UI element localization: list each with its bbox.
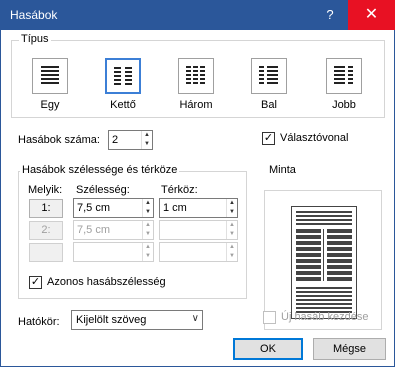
- row-1-width-value: 7,5 cm: [77, 202, 111, 214]
- row-1-spacing-stepper[interactable]: 1 cm ▲ ▼: [159, 198, 238, 218]
- stepper-up-icon[interactable]: ▲: [143, 199, 153, 208]
- row-3-width-stepper: ▲ ▼: [73, 242, 154, 262]
- stepper-up-icon: ▲: [145, 222, 151, 228]
- width-spacing-legend: Hasábok szélessége és térköze: [20, 164, 180, 176]
- stepper-down-icon: ▼: [229, 253, 235, 259]
- preset-three-label: Három: [179, 99, 213, 111]
- stepper-down-icon: ▼: [229, 231, 235, 237]
- row-1-width-stepper[interactable]: 7,5 cm ▲ ▼: [73, 198, 154, 218]
- row-1-spacing-value: 1 cm: [163, 202, 187, 214]
- col-header: Melyik:: [28, 184, 63, 196]
- preset-one[interactable]: Egy: [27, 58, 73, 111]
- preset-two-label: Kettő: [110, 99, 136, 111]
- preset-three[interactable]: Három: [173, 58, 219, 111]
- row-3-spacing-stepper: ▲ ▼: [159, 242, 238, 262]
- stepper-up-icon[interactable]: ▲: [142, 131, 152, 140]
- apply-to-label: Hatókör:: [18, 316, 60, 328]
- stepper-up-icon[interactable]: ▲: [227, 199, 237, 208]
- stepper-up-icon: ▲: [229, 244, 235, 250]
- stepper-up-icon: ▲: [145, 244, 151, 250]
- preset-one-icon: [41, 66, 59, 84]
- preset-two[interactable]: Kettő: [100, 58, 146, 111]
- equal-width-label: Azonos hasábszélesség: [47, 276, 166, 288]
- preset-right[interactable]: Jobb: [321, 58, 367, 111]
- preset-two-icon: [114, 67, 132, 85]
- column-count-value: 2: [112, 134, 119, 146]
- width-header: Szélesség:: [76, 184, 130, 196]
- preview-legend: Minta: [267, 164, 298, 176]
- presets-legend: Típus: [19, 33, 51, 45]
- preview-page: [291, 206, 357, 319]
- help-button[interactable]: ?: [313, 0, 347, 30]
- stepper-down-icon: ▼: [145, 253, 151, 259]
- row-2-col: 2:: [29, 221, 63, 240]
- preset-right-icon: [334, 66, 353, 84]
- check-icon: ✓: [30, 276, 41, 288]
- preset-left-label: Bal: [261, 99, 277, 111]
- spacing-header: Térköz:: [161, 184, 198, 196]
- chevron-down-icon: ∨: [191, 313, 199, 324]
- column-count-stepper[interactable]: 2 ▲ ▼: [108, 130, 153, 150]
- row-2-width-value: 7,5 cm: [77, 224, 111, 236]
- stepper-up-icon: ▲: [229, 222, 235, 228]
- stepper-down-icon: ▼: [145, 231, 151, 237]
- window-title: Hasábok: [10, 8, 58, 22]
- separator-checkbox[interactable]: ✓: [262, 132, 275, 145]
- equal-width-checkbox[interactable]: ✓: [29, 276, 42, 289]
- row-1-col: 1:: [29, 199, 63, 218]
- preset-three-icon: [186, 66, 205, 84]
- preset-left[interactable]: Bal: [246, 58, 292, 111]
- row-2-spacing-stepper: ▲ ▼: [159, 220, 238, 240]
- new-column-checkbox: [263, 311, 276, 324]
- preview-page-image: [296, 211, 352, 313]
- close-button[interactable]: ✕: [348, 0, 395, 30]
- columns-dialog: Típus Egy Kettő Három Bal Jobb Hasábok s…: [0, 30, 395, 367]
- apply-to-value: Kijelölt szöveg: [76, 314, 147, 326]
- apply-to-select[interactable]: Kijelölt szöveg ∨: [71, 310, 203, 330]
- row-2-width-stepper: 7,5 cm ▲ ▼: [73, 220, 154, 240]
- preview-group: [264, 190, 382, 330]
- cancel-button[interactable]: Mégse: [313, 338, 386, 360]
- ok-button[interactable]: OK: [233, 338, 303, 360]
- title-bar: Hasábok ? ✕: [0, 0, 395, 30]
- stepper-down-icon[interactable]: ▼: [142, 140, 152, 149]
- stepper-down-icon[interactable]: ▼: [143, 208, 153, 217]
- column-count-label: Hasábok száma:: [18, 134, 100, 146]
- separator-label: Választóvonal: [280, 132, 349, 144]
- preset-left-icon: [259, 66, 278, 84]
- new-column-label: Új hasáb kezdése: [281, 311, 369, 323]
- stepper-down-icon[interactable]: ▼: [227, 208, 237, 217]
- check-icon: ✓: [263, 132, 274, 144]
- preset-one-label: Egy: [40, 99, 60, 111]
- preset-right-label: Jobb: [332, 99, 356, 111]
- row-3-col: [29, 243, 63, 262]
